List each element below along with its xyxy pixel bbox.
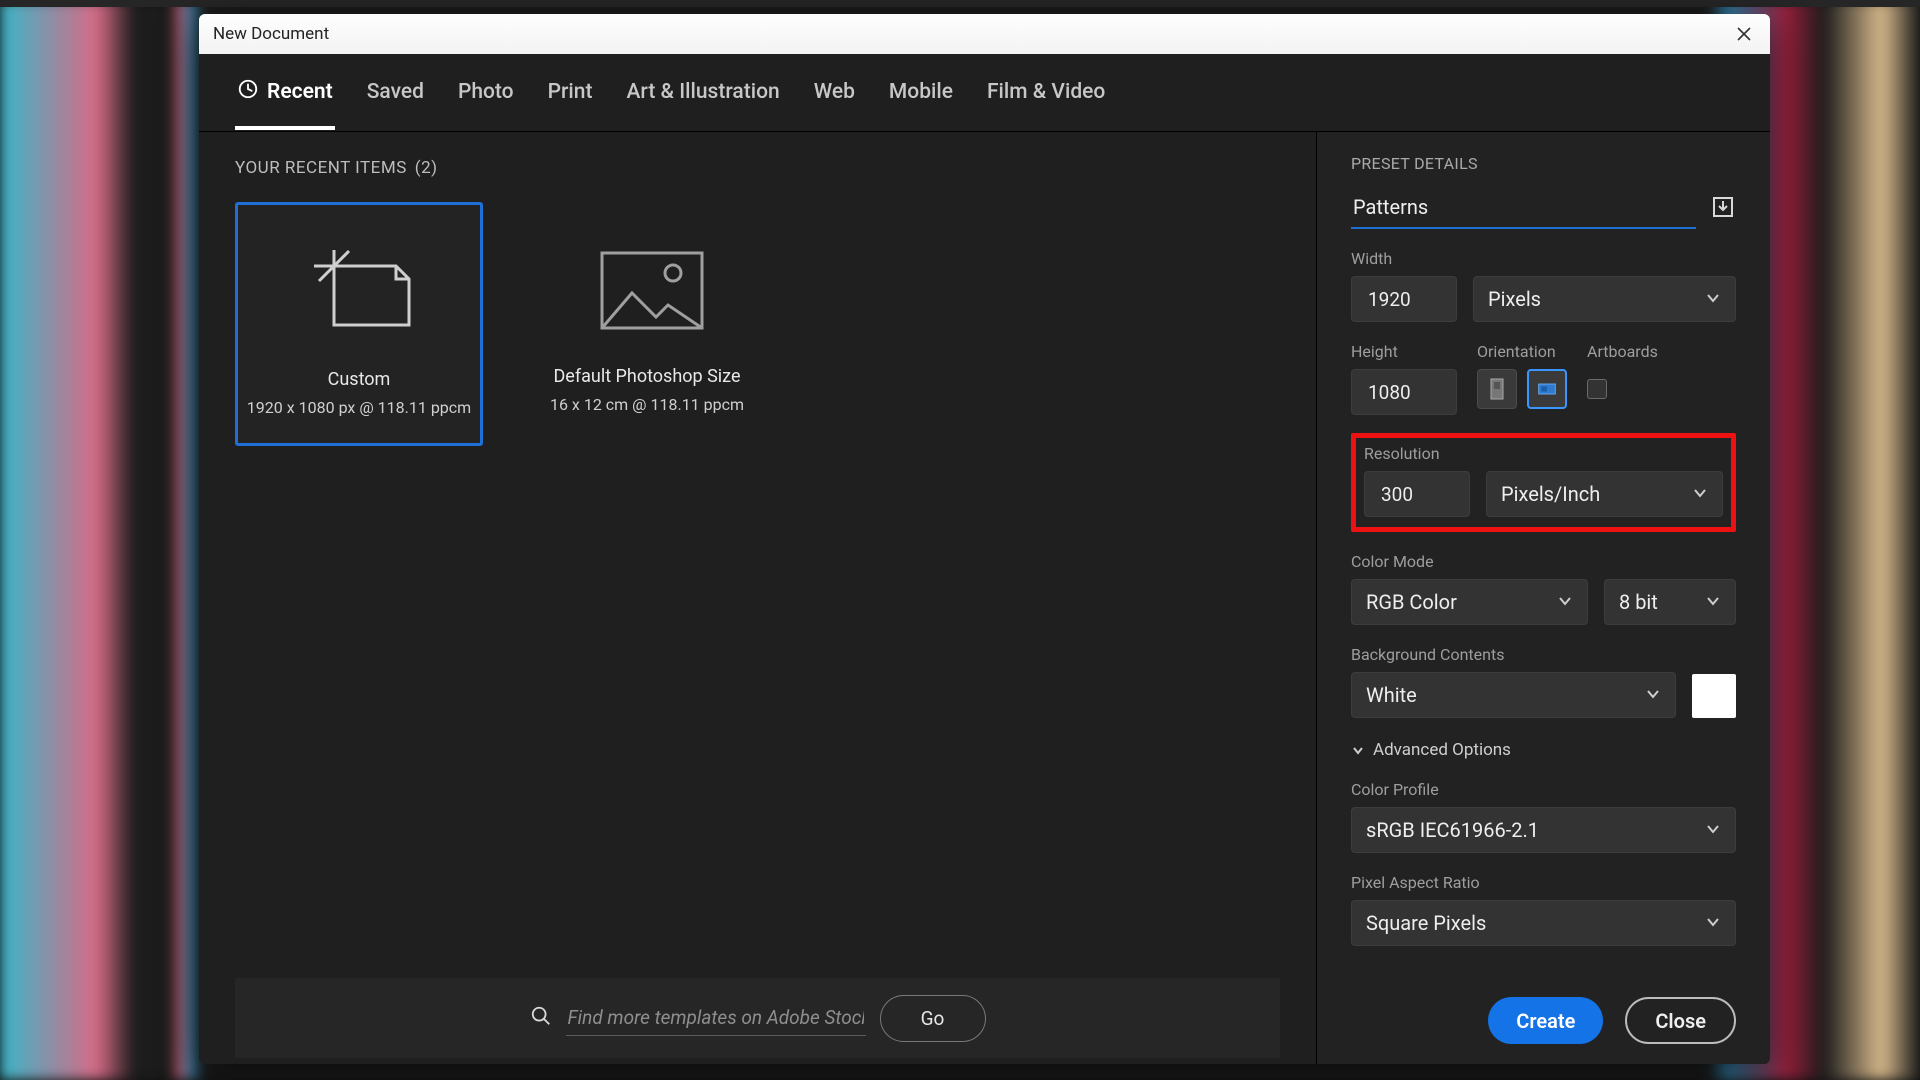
color-profile-value: sRGB IEC61966-2.1	[1366, 818, 1539, 842]
recent-item-custom[interactable]: Custom 1920 x 1080 px @ 118.11 ppcm	[235, 202, 483, 446]
resolution-highlight: Resolution Pixels/Inch	[1351, 433, 1736, 532]
tab-print[interactable]: Print	[546, 72, 595, 128]
chevron-down-icon	[1705, 911, 1721, 935]
pixel-aspect-value: Square Pixels	[1366, 911, 1486, 935]
orientation-label: Orientation	[1477, 342, 1567, 361]
color-profile-select[interactable]: sRGB IEC61966-2.1	[1351, 807, 1736, 853]
background-value: White	[1366, 683, 1417, 707]
tab-label: Film & Video	[987, 80, 1105, 104]
tab-web[interactable]: Web	[812, 72, 857, 128]
tab-mobile[interactable]: Mobile	[887, 72, 955, 128]
width-label: Width	[1351, 249, 1736, 268]
recent-item-meta: 1920 x 1080 px @ 118.11 ppcm	[247, 398, 471, 417]
background-select[interactable]: White	[1351, 672, 1676, 718]
tab-label: Mobile	[889, 80, 953, 104]
tab-photo[interactable]: Photo	[456, 72, 516, 128]
recent-item-title: Custom	[328, 369, 391, 390]
orientation-portrait[interactable]	[1477, 369, 1517, 409]
category-tabs: Recent Saved Photo Print Art & Illustrat…	[199, 54, 1770, 132]
dialog-titlebar: New Document	[199, 14, 1770, 54]
recent-item-meta: 16 x 12 cm @ 118.11 ppcm	[550, 395, 744, 414]
height-label: Height	[1351, 342, 1457, 361]
chevron-down-icon	[1705, 287, 1721, 311]
orientation-landscape[interactable]	[1527, 369, 1567, 409]
advanced-options-toggle[interactable]: Advanced Options	[1351, 740, 1736, 760]
go-button[interactable]: Go	[880, 995, 986, 1042]
resolution-unit-select[interactable]: Pixels/Inch	[1486, 471, 1723, 517]
unit-select[interactable]: Pixels	[1473, 276, 1736, 322]
tab-recent[interactable]: Recent	[235, 70, 335, 130]
artboards-label: Artboards	[1587, 342, 1658, 361]
preset-details-panel: PRESET DETAILS Width Pixels Height	[1316, 132, 1770, 1064]
recent-item-title: Default Photoshop Size	[553, 366, 740, 387]
document-icon	[299, 241, 419, 341]
close-icon[interactable]	[1730, 20, 1758, 48]
bitdepth-value: 8 bit	[1619, 590, 1658, 614]
preset-details-title: PRESET DETAILS	[1351, 154, 1736, 173]
chevron-down-icon	[1705, 590, 1721, 614]
colormode-select[interactable]: RGB Color	[1351, 579, 1588, 625]
bitdepth-select[interactable]: 8 bit	[1604, 579, 1736, 625]
search-icon	[530, 1005, 552, 1031]
pixel-aspect-select[interactable]: Square Pixels	[1351, 900, 1736, 946]
background-label: Background Contents	[1351, 645, 1736, 664]
recent-item-default[interactable]: Default Photoshop Size 16 x 12 cm @ 118.…	[523, 202, 771, 446]
colormode-value: RGB Color	[1366, 590, 1457, 614]
stock-search-bar: Go	[235, 978, 1280, 1058]
recent-header-text: YOUR RECENT ITEMS	[235, 158, 407, 178]
tab-saved[interactable]: Saved	[365, 72, 426, 128]
recent-panel: YOUR RECENT ITEMS (2) Custom 1920 x 1080…	[199, 132, 1316, 1064]
colormode-label: Color Mode	[1351, 552, 1736, 571]
chevron-down-icon	[1692, 482, 1708, 506]
tab-label: Web	[814, 80, 855, 104]
artboards-checkbox[interactable]	[1587, 379, 1607, 399]
preset-name-input[interactable]	[1351, 189, 1696, 229]
stock-search-input[interactable]	[566, 1000, 866, 1036]
new-document-dialog: New Document Recent Saved Photo Print Ar…	[199, 14, 1770, 1064]
close-button[interactable]: Close	[1625, 997, 1736, 1044]
save-preset-icon[interactable]	[1710, 194, 1736, 224]
pixel-aspect-label: Pixel Aspect Ratio	[1351, 873, 1736, 892]
tab-label: Print	[548, 80, 593, 104]
recent-header: YOUR RECENT ITEMS (2)	[235, 158, 1280, 178]
resolution-unit-value: Pixels/Inch	[1501, 482, 1600, 506]
resolution-input[interactable]	[1364, 471, 1470, 517]
create-button[interactable]: Create	[1488, 997, 1603, 1044]
tab-label: Recent	[267, 80, 333, 104]
chevron-down-icon	[1705, 818, 1721, 842]
width-input[interactable]	[1351, 276, 1457, 322]
tab-label: Art & Illustration	[626, 80, 779, 104]
tab-art[interactable]: Art & Illustration	[624, 72, 781, 128]
unit-value: Pixels	[1488, 287, 1541, 311]
chevron-down-icon	[1645, 683, 1661, 707]
app-topbar	[0, 0, 1920, 7]
dialog-title: New Document	[213, 24, 329, 44]
recent-count: (2)	[415, 158, 438, 178]
tab-film[interactable]: Film & Video	[985, 72, 1107, 128]
color-profile-label: Color Profile	[1351, 780, 1736, 799]
image-icon	[587, 238, 707, 338]
resolution-label: Resolution	[1364, 444, 1723, 463]
tab-label: Photo	[458, 80, 514, 104]
height-input[interactable]	[1351, 369, 1457, 415]
background-swatch[interactable]	[1692, 674, 1736, 718]
clock-icon	[237, 78, 259, 106]
chevron-down-icon	[1557, 590, 1573, 614]
advanced-options-label: Advanced Options	[1373, 740, 1511, 760]
tab-label: Saved	[367, 80, 424, 104]
